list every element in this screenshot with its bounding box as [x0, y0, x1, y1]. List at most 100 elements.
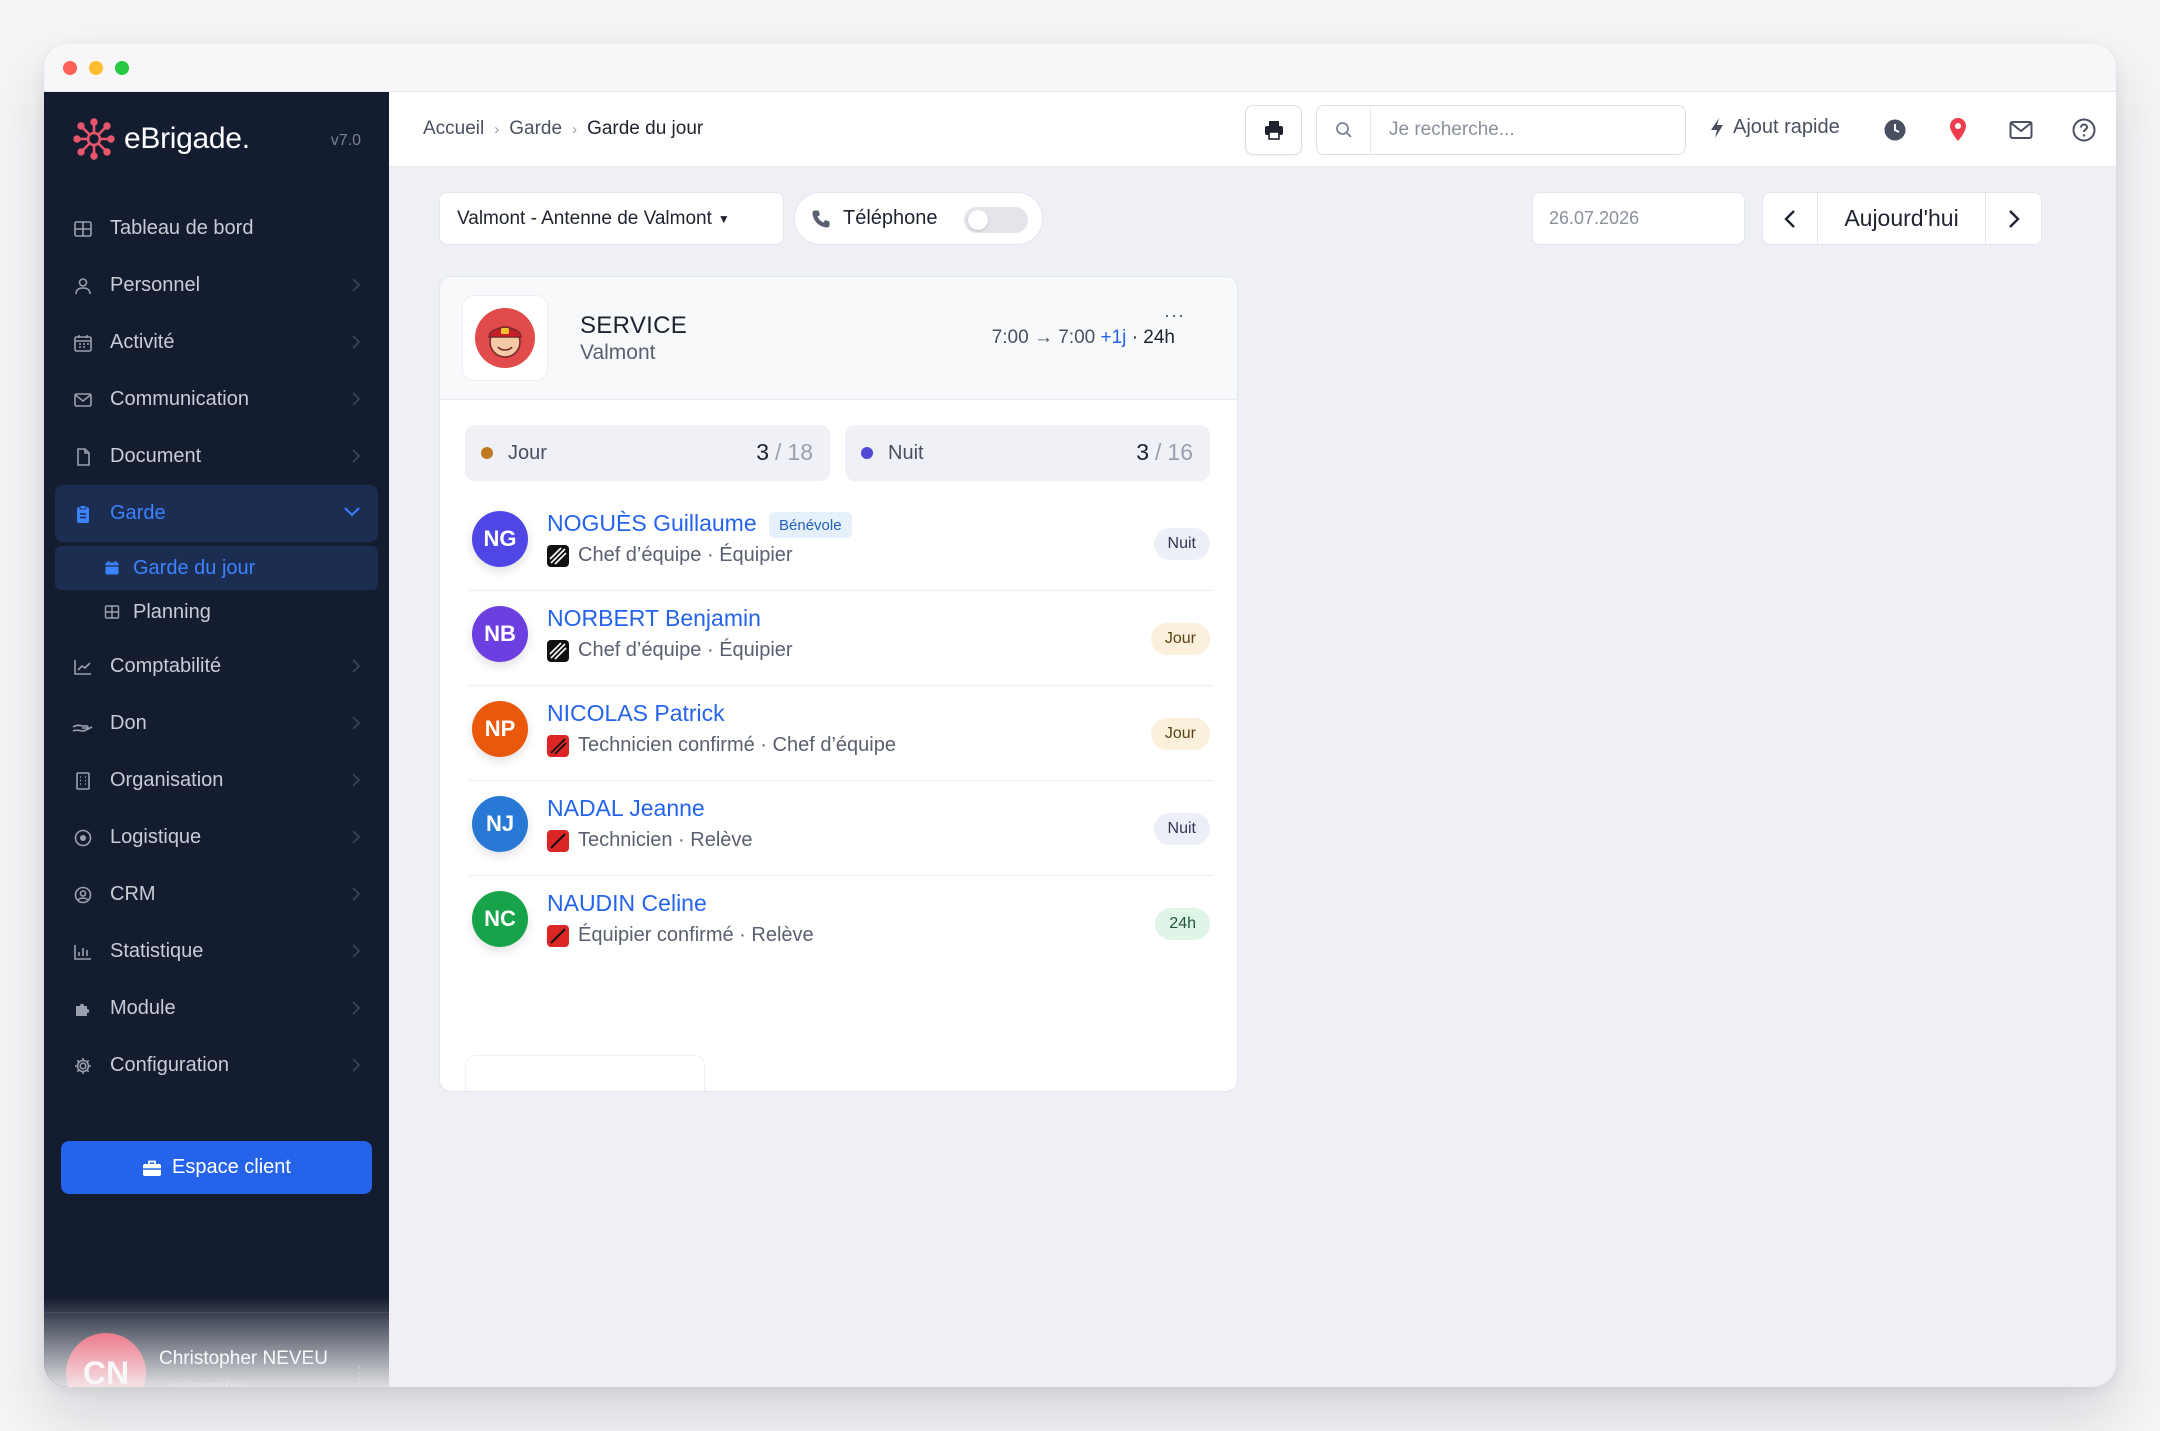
- brand-logo[interactable]: eBrigade.: [72, 114, 250, 164]
- avatar: NJ: [472, 796, 528, 852]
- person-role-text: Chef d’équipe · Équipier: [578, 639, 793, 661]
- shift-summary-jour[interactable]: Jour 3/18: [465, 425, 830, 481]
- person-role-text: Chef d’équipe · Équipier: [578, 544, 793, 566]
- sidebar-item-document[interactable]: Document: [44, 428, 389, 485]
- shift-pill: Nuit: [1153, 813, 1210, 845]
- person-name[interactable]: NORBERT Benjamin: [547, 605, 761, 632]
- print-button[interactable]: [1245, 105, 1302, 155]
- search-input[interactable]: [1371, 119, 1671, 141]
- breadcrumb-separator-icon: ›: [572, 120, 578, 138]
- bar-chart-icon: [72, 941, 94, 963]
- sidebar-nav: Tableau de bord Personnel Activité Commu…: [44, 200, 389, 1094]
- envelope-icon: [72, 389, 94, 411]
- chevron-right-icon: [352, 1001, 361, 1015]
- minimize-window-button[interactable]: [89, 61, 103, 75]
- sidebar-item-don[interactable]: Don: [44, 695, 389, 752]
- service-subtitle: Valmont: [580, 341, 656, 364]
- chevron-right-icon: [352, 449, 361, 463]
- list-item[interactable]: NP NICOLAS Patrick Technicien confirmé ·…: [468, 686, 1213, 781]
- telephone-switch[interactable]: [964, 207, 1028, 233]
- sidebar-item-communication[interactable]: Communication: [44, 371, 389, 428]
- help-icon[interactable]: [2070, 116, 2098, 144]
- caret-down-icon: ▼: [717, 211, 730, 226]
- jour-dot-icon: [481, 447, 493, 459]
- sidebar-subitem-label: Planning: [133, 600, 211, 623]
- sidebar-item-label: Comptabilité: [110, 655, 222, 677]
- target-icon: [72, 827, 94, 849]
- person-role-text: Technicien · Relève: [578, 829, 753, 851]
- list-item[interactable]: NB NORBERT Benjamin Chef d’équipe · Équi…: [468, 591, 1213, 686]
- breadcrumb-accueil[interactable]: Accueil: [423, 118, 484, 140]
- avatar: CN: [66, 1333, 146, 1387]
- user-name: Christopher NEVEU: [159, 1348, 328, 1369]
- ebrigade-logo-icon: [73, 118, 115, 160]
- shift-label: Jour: [508, 441, 547, 464]
- service-start: 7:00: [991, 327, 1029, 348]
- avatar: NC: [472, 891, 528, 947]
- sidebar: eBrigade. v7.0 Tableau de bord Personnel…: [44, 92, 389, 1387]
- sidebar-item-tableau-de-bord[interactable]: Tableau de bord: [44, 200, 389, 257]
- search-box: [1316, 105, 1686, 155]
- user-profile[interactable]: CN Christopher NEVEU Indisponible ⋮: [44, 1312, 389, 1387]
- date-field[interactable]: 26.07.2026: [1532, 192, 1745, 245]
- person-name[interactable]: NAUDIN Celine: [547, 890, 707, 917]
- app-window: eBrigade. v7.0 Tableau de bord Personnel…: [44, 44, 2116, 1387]
- sidebar-item-organisation[interactable]: Organisation: [44, 752, 389, 809]
- person-name[interactable]: NOGUÈS Guillaume: [547, 510, 757, 537]
- avatar: NP: [472, 701, 528, 757]
- sidebar-item-comptabilite[interactable]: Comptabilité: [44, 638, 389, 695]
- sidebar-item-configuration[interactable]: Configuration: [44, 1037, 389, 1094]
- list-item[interactable]: NG NOGUÈS Guillaume Bénévole Chef d’équi…: [468, 496, 1213, 591]
- breadcrumb-garde[interactable]: Garde: [509, 118, 562, 140]
- sidebar-item-garde[interactable]: Garde: [55, 485, 378, 542]
- list-item[interactable]: NJ NADAL Jeanne Technicien · Relève Nuit: [468, 781, 1213, 876]
- date-value: 26.07.2026: [1549, 208, 1640, 228]
- shift-filled: 3: [1136, 439, 1150, 465]
- chevron-right-icon: [352, 392, 361, 406]
- sidebar-subitem-garde-du-jour[interactable]: Garde du jour: [55, 546, 378, 590]
- shift-pill: Jour: [1150, 718, 1210, 750]
- sidebar-item-logistique[interactable]: Logistique: [44, 809, 389, 866]
- sidebar-subitem-planning[interactable]: Planning: [55, 590, 378, 634]
- shift-summary-nuit[interactable]: Nuit 3/16: [845, 425, 1210, 481]
- grade-flag-icon: [547, 924, 569, 947]
- grade-flag-icon: [547, 544, 569, 567]
- today-button[interactable]: Aujourd'hui: [1818, 192, 1985, 245]
- shift-filled: 3: [756, 439, 770, 465]
- person-role: Chef d’équipe · Équipier: [547, 639, 793, 662]
- sidebar-item-personnel[interactable]: Personnel: [44, 257, 389, 314]
- previous-day-button[interactable]: [1762, 192, 1818, 245]
- maximize-window-button[interactable]: [115, 61, 129, 75]
- more-options-icon[interactable]: ···: [1164, 305, 1185, 326]
- person-name[interactable]: NADAL Jeanne: [547, 795, 705, 822]
- sidebar-item-label: CRM: [110, 883, 156, 905]
- grade-flag-icon: [547, 829, 569, 852]
- version-label: v7.0: [330, 132, 361, 149]
- espace-client-button[interactable]: Espace client: [61, 1141, 372, 1194]
- quick-add-button[interactable]: Ajout rapide: [1709, 116, 1840, 139]
- sidebar-item-crm[interactable]: CRM: [44, 866, 389, 923]
- search-icon: [1317, 106, 1371, 154]
- mail-icon[interactable]: [2007, 116, 2035, 144]
- contact-icon: [72, 884, 94, 906]
- grade-flag-icon: [547, 639, 569, 662]
- person-name[interactable]: NICOLAS Patrick: [547, 700, 725, 727]
- service-end: 7:00: [1058, 327, 1096, 348]
- sidebar-item-statistique[interactable]: Statistique: [44, 923, 389, 980]
- next-day-button[interactable]: [1985, 192, 2042, 245]
- clock-icon[interactable]: [1881, 116, 1909, 144]
- sidebar-item-activite[interactable]: Activité: [44, 314, 389, 371]
- firefighter-icon: [475, 308, 535, 368]
- shift-pill: Jour: [1150, 623, 1210, 655]
- list-item[interactable]: NC NAUDIN Celine Équipier confirmé · Rel…: [468, 876, 1213, 971]
- site-select[interactable]: Valmont - Antenne de Valmont ▼: [439, 192, 784, 245]
- user-menu-icon[interactable]: ⋮: [351, 1363, 367, 1383]
- shift-total: 18: [787, 439, 813, 465]
- location-pin-icon[interactable]: [1944, 116, 1972, 144]
- avatar: NB: [472, 606, 528, 662]
- telephone-toggle[interactable]: Téléphone: [794, 192, 1043, 245]
- close-window-button[interactable]: [63, 61, 77, 75]
- grade-flag-icon: [547, 734, 569, 757]
- sidebar-item-module[interactable]: Module: [44, 980, 389, 1037]
- user-status: Indisponible: [169, 1377, 244, 1387]
